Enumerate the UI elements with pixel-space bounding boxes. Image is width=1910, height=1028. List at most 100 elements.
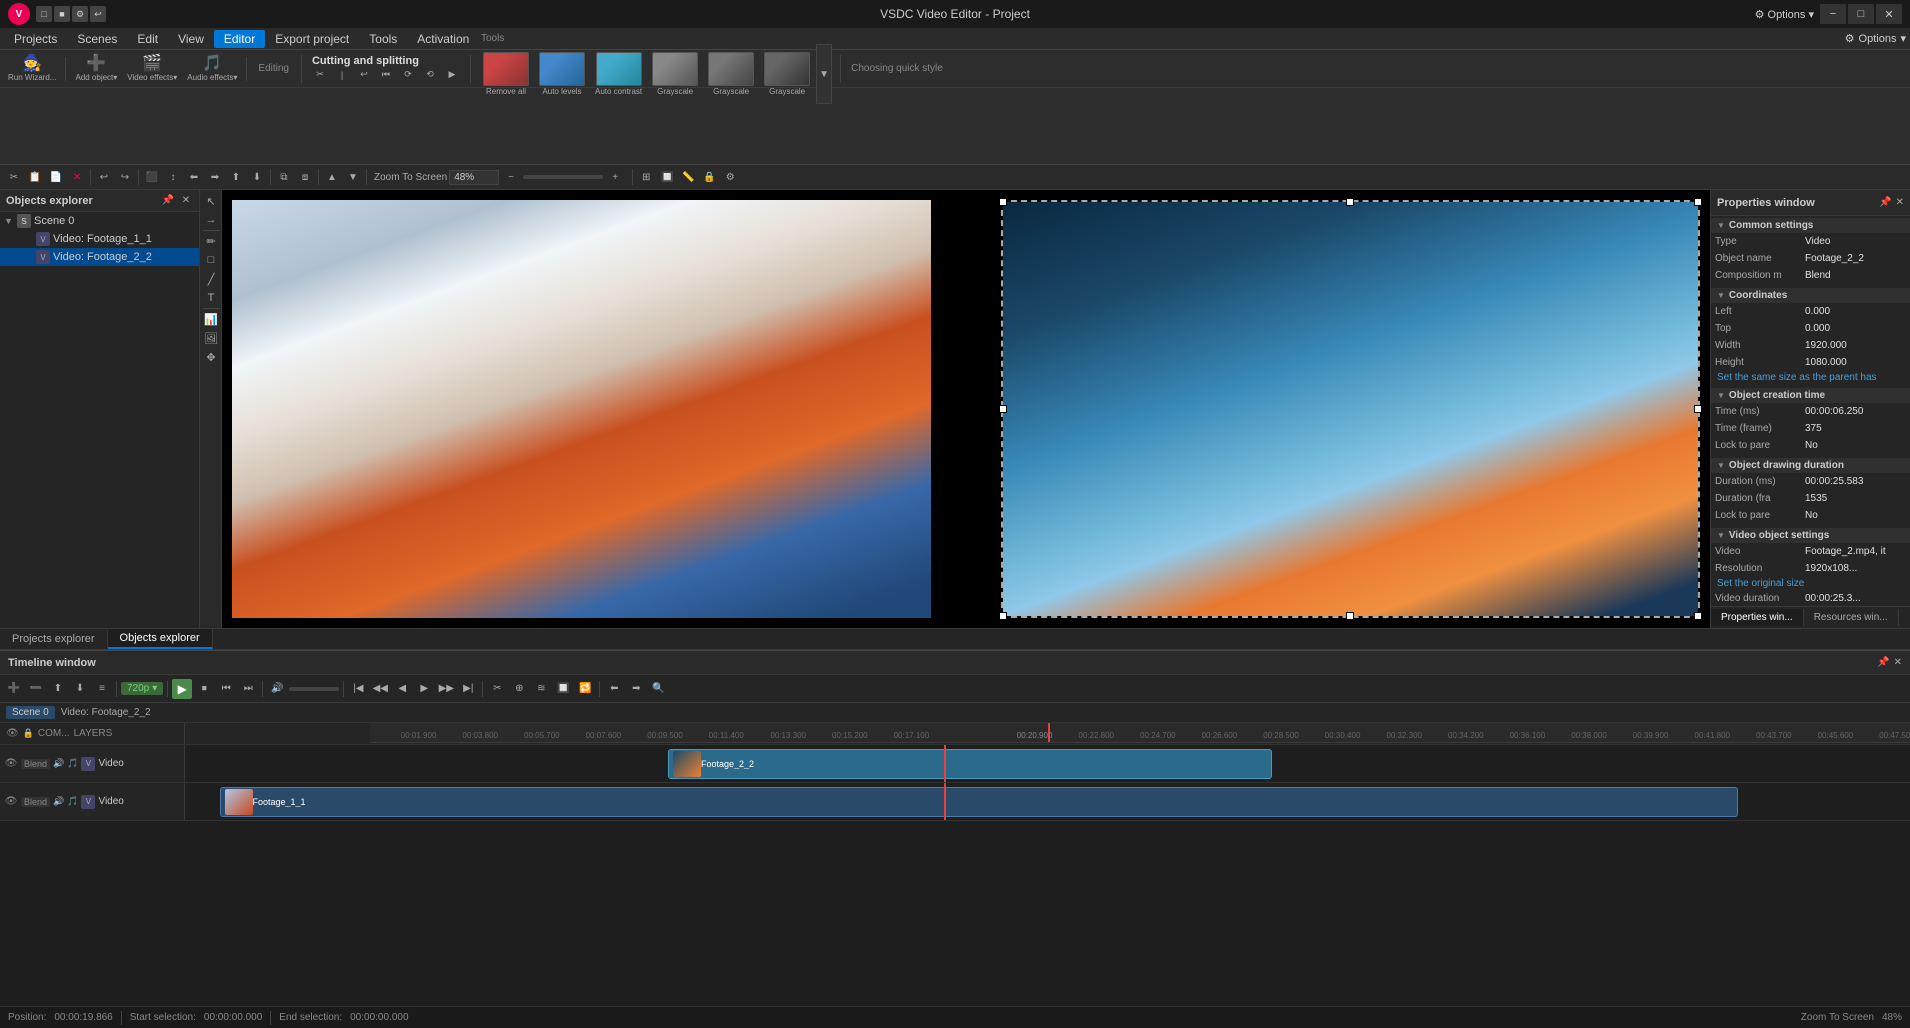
tc-end-button[interactable]: ▶|: [458, 679, 478, 699]
cut-btn-6[interactable]: ⟲: [420, 67, 440, 83]
et-align-bottom-button[interactable]: ⬇: [247, 167, 267, 187]
cut-btn-4[interactable]: ⏮: [376, 67, 396, 83]
props-original-size-link[interactable]: Set the original size: [1711, 577, 1910, 590]
et-grid-button[interactable]: ⊞: [636, 167, 656, 187]
options-menu-button[interactable]: ⚙Options▾: [1845, 32, 1906, 45]
tool-shape[interactable]: □: [202, 251, 220, 269]
menu-activation[interactable]: Activation: [407, 30, 479, 48]
tc-loop-button[interactable]: 🔁: [575, 679, 595, 699]
volume-slider[interactable]: [289, 687, 339, 691]
props-resolution-value[interactable]: 1920x108...: [1805, 563, 1906, 574]
tool-pen[interactable]: ✏: [202, 232, 220, 250]
sel-handle-bl[interactable]: [999, 612, 1007, 620]
tc-move-down[interactable]: ⬇: [70, 679, 90, 699]
tree-item-footage2[interactable]: V Video: Footage_2_2: [0, 248, 199, 266]
qs-auto-contrast[interactable]: Auto contrast: [591, 50, 646, 98]
canvas-area[interactable]: [222, 190, 1710, 628]
tool-pointer[interactable]: ↖: [202, 192, 220, 210]
et-align-left-button[interactable]: ⬅: [184, 167, 204, 187]
tool-chart[interactable]: 📊: [202, 310, 220, 328]
props-drawing-duration-header[interactable]: ▼ Object drawing duration: [1711, 458, 1910, 473]
props-time-frame-value[interactable]: 375: [1805, 423, 1906, 434]
cut-btn-5[interactable]: ⟳: [398, 67, 418, 83]
props-vos-header[interactable]: ▼ Video object settings: [1711, 528, 1910, 543]
et-paste-button[interactable]: 📄: [46, 167, 66, 187]
cut-btn-7[interactable]: ▶: [442, 67, 462, 83]
zoom-minus-button[interactable]: −: [501, 167, 521, 187]
resolution-badge[interactable]: 720p ▾: [121, 682, 163, 695]
tool-line[interactable]: ╱: [202, 270, 220, 288]
sel-handle-bm[interactable]: [1346, 612, 1354, 620]
clip-footage2[interactable]: Footage_2_2: [668, 749, 1272, 779]
right-video-container[interactable]: [1001, 200, 1700, 618]
props-creation-time-header[interactable]: ▼ Object creation time: [1711, 388, 1910, 403]
tool-arrow[interactable]: →: [202, 211, 220, 229]
tc-prev-button[interactable]: ⏮: [216, 679, 236, 699]
et-redo-button[interactable]: ↪: [115, 167, 135, 187]
tc-move-up[interactable]: ⬆: [48, 679, 68, 699]
et-undo-button[interactable]: ↩: [94, 167, 114, 187]
tree-item-footage1[interactable]: V Video: Footage_1_1: [0, 230, 199, 248]
et-snap-button[interactable]: 🔲: [657, 167, 677, 187]
props-lock-pare-1-value[interactable]: No: [1805, 440, 1906, 451]
et-align-top-button[interactable]: ⬆: [226, 167, 246, 187]
props-tab-resources[interactable]: Resources win...: [1804, 609, 1899, 626]
et-align-right-button[interactable]: ➡: [205, 167, 225, 187]
titlebar-icon-4[interactable]: ↩: [90, 6, 106, 22]
menu-view[interactable]: View: [168, 30, 214, 48]
sel-handle-tr[interactable]: [1694, 198, 1702, 206]
cut-btn-2[interactable]: |: [332, 67, 352, 83]
tc-audio-button[interactable]: 🔊: [267, 679, 287, 699]
qs-grayscale-2[interactable]: Grayscale: [704, 50, 758, 98]
timeline-close-button[interactable]: ✕: [1894, 657, 1902, 668]
tool-image[interactable]: 🖼: [202, 329, 220, 347]
menu-tools[interactable]: Tools: [359, 30, 407, 48]
qs-grayscale-3[interactable]: Grayscale: [760, 50, 814, 98]
et-front-button[interactable]: ▲: [322, 167, 342, 187]
audio-effects-button[interactable]: 🎵 Audio effects▾: [183, 54, 241, 84]
menu-projects[interactable]: Projects: [4, 30, 67, 48]
et-select-all-button[interactable]: ⬛: [142, 167, 162, 187]
run-wizard-button[interactable]: 🧙 Run Wizard...: [4, 54, 60, 84]
maximize-button[interactable]: □: [1848, 4, 1874, 24]
et-lock-button[interactable]: 🔒: [699, 167, 719, 187]
menu-scenes[interactable]: Scenes: [67, 30, 127, 48]
et-ungroup-button[interactable]: ⧈: [295, 167, 315, 187]
props-pin-button[interactable]: 📌: [1879, 197, 1891, 208]
titlebar-icon-3[interactable]: ⚙: [72, 6, 88, 22]
menu-edit[interactable]: Edit: [127, 30, 168, 48]
props-object-name-value[interactable]: Footage_2_2: [1805, 253, 1906, 264]
tc-remove-track[interactable]: ➖: [26, 679, 46, 699]
minimize-button[interactable]: −: [1820, 4, 1846, 24]
et-back-button[interactable]: ▼: [343, 167, 363, 187]
tree-item-scene0[interactable]: ▼ S Scene 0: [0, 212, 199, 230]
bottom-tab-projects[interactable]: Projects explorer: [0, 630, 108, 648]
titlebar-icon-2[interactable]: ■: [54, 6, 70, 22]
timeline-pin-button[interactable]: 📌: [1877, 657, 1889, 668]
objects-explorer-close-button[interactable]: ✕: [179, 194, 193, 208]
props-common-settings-header[interactable]: ▼ Common settings: [1711, 218, 1910, 233]
props-same-size-link[interactable]: Set the same size as the parent has: [1711, 371, 1910, 384]
props-video-file-value[interactable]: Footage_2.mp4, it: [1805, 546, 1906, 557]
tc-layers[interactable]: ≡: [92, 679, 112, 699]
play-button[interactable]: ▶: [172, 679, 192, 699]
props-close-button[interactable]: ✕: [1896, 197, 1904, 208]
qs-grayscale-1[interactable]: Grayscale: [648, 50, 702, 98]
et-cut-button[interactable]: ✂: [4, 167, 24, 187]
tc-zoom-in[interactable]: 🔍: [648, 679, 668, 699]
sel-handle-ml[interactable]: [999, 405, 1007, 413]
options-button[interactable]: ⚙ Options ▾: [1755, 8, 1814, 21]
qs-auto-levels[interactable]: Auto levels: [535, 50, 589, 98]
titlebar-icon-1[interactable]: □: [36, 6, 52, 22]
close-button[interactable]: ✕: [1876, 4, 1902, 24]
tc-playback-button[interactable]: ▶: [414, 679, 434, 699]
objects-explorer-pin-button[interactable]: 📌: [161, 194, 175, 208]
tool-text[interactable]: T: [202, 289, 220, 307]
sel-handle-tl[interactable]: [999, 198, 1007, 206]
track-eye-footage1[interactable]: 👁: [4, 795, 18, 809]
props-duration-ms-value[interactable]: 00:00:25.583: [1805, 476, 1906, 487]
clip-footage1[interactable]: Footage_1_1: [220, 787, 1738, 817]
et-ruler-button[interactable]: 📏: [678, 167, 698, 187]
cut-btn-1[interactable]: ✂: [310, 67, 330, 83]
tc-next-1-button[interactable]: ▶▶: [436, 679, 456, 699]
